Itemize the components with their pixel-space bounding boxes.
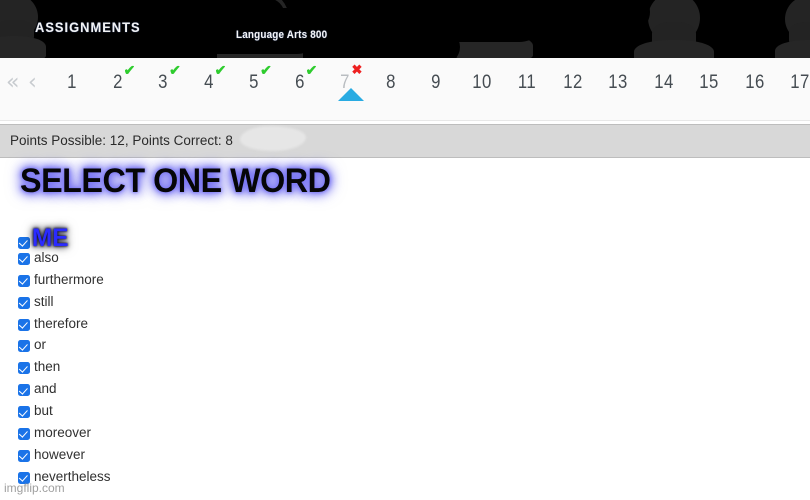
pager-page-12[interactable]: 12: [551, 58, 595, 120]
answer-option-label: ME: [32, 224, 69, 252]
answer-option-label: also: [34, 249, 59, 265]
app-header: ASSIGNMENTS Language Arts 800: [0, 0, 810, 58]
previous-page-icon[interactable]: ‹: [28, 72, 37, 94]
answer-option-row[interactable]: therefore: [0, 316, 400, 338]
pager-page-6[interactable]: 6 ✔: [278, 58, 322, 120]
answer-option-row[interactable]: also: [0, 250, 400, 272]
correct-check-icon: ✔: [169, 62, 181, 78]
correct-check-icon: ✔: [214, 62, 227, 78]
header-course-name: Language Arts 800: [236, 29, 328, 41]
header-shadow-shape: [700, 0, 780, 40]
answer-option-row[interactable]: still: [0, 294, 400, 316]
pager-page-13[interactable]: 13: [596, 58, 640, 120]
answer-option-label: therefore: [34, 315, 89, 331]
pager-page-3[interactable]: 3 ✔: [141, 58, 185, 120]
answer-option-row[interactable]: however: [0, 447, 400, 469]
pager-page-label: 9: [431, 72, 441, 93]
points-summary-text: Points Possible: 12, Points Correct: 8: [10, 133, 233, 148]
pager-page-11[interactable]: 11: [505, 58, 549, 120]
answer-option-row[interactable]: moreover: [0, 425, 400, 447]
checkbox-checked-icon[interactable]: [18, 296, 30, 309]
answer-option-row[interactable]: and: [0, 381, 400, 403]
answer-option-label: moreover: [34, 425, 92, 441]
answer-option-row[interactable]: or: [0, 337, 400, 359]
answer-option-row[interactable]: but: [0, 403, 400, 425]
pager-page-label: 10: [471, 72, 492, 93]
answer-option-label: and: [34, 381, 57, 397]
pager-page-15[interactable]: 15: [687, 58, 731, 120]
pager-page-10[interactable]: 10: [460, 58, 504, 120]
answer-option-label: still: [34, 293, 54, 309]
pager-page-label: 8: [385, 72, 396, 93]
header-shadow-shape: [560, 0, 650, 42]
pager-page-7[interactable]: 7 ✖: [323, 58, 367, 120]
pager-page-label: 15: [699, 72, 719, 93]
pager-page-label: 16: [744, 72, 765, 93]
current-page-pointer-icon: [338, 88, 364, 101]
checkbox-checked-icon[interactable]: [18, 449, 30, 462]
answer-option-row[interactable]: ME: [0, 224, 400, 252]
checkbox-checked-icon[interactable]: [18, 428, 30, 441]
correct-check-icon: ✔: [305, 62, 318, 78]
question-prompt: SELECT ONE WORD: [20, 162, 331, 200]
pager-page-2[interactable]: 2 ✔: [96, 58, 140, 120]
pager-page-16[interactable]: 16: [733, 58, 777, 120]
header-shadow-shape: [330, 30, 460, 58]
pager-page-label: 11: [517, 72, 537, 93]
checkbox-checked-icon[interactable]: [18, 384, 30, 397]
header-title: ASSIGNMENTS: [35, 19, 141, 35]
checkbox-checked-icon[interactable]: [18, 362, 30, 375]
checkbox-checked-icon[interactable]: [18, 274, 30, 287]
correct-check-icon: ✔: [260, 62, 272, 78]
answer-option-label: however: [34, 446, 86, 462]
pager-page-9[interactable]: 9: [414, 58, 458, 120]
question-pager: « ‹ 1 2 ✔ 3 ✔ 4 ✔ 5 ✔ 6 ✔ 7 ✖ 8 9 10 11 12 13 14 15 16 17: [0, 58, 810, 121]
pager-page-5[interactable]: 5 ✔: [232, 58, 276, 120]
checkbox-checked-icon[interactable]: [18, 252, 30, 265]
pager-page-17[interactable]: 17: [778, 58, 810, 120]
answer-options-list: ME also furthermore still therefore or then and…: [0, 224, 400, 491]
pager-page-4[interactable]: 4 ✔: [187, 58, 231, 120]
checkbox-checked-icon[interactable]: [18, 318, 30, 331]
pager-page-1[interactable]: 1: [50, 58, 94, 120]
answer-option-label: or: [34, 337, 47, 353]
pager-page-label: 13: [608, 72, 628, 93]
points-bar: Points Possible: 12, Points Correct: 8: [0, 124, 810, 158]
first-page-icon[interactable]: «: [6, 72, 19, 94]
answer-option-label: then: [34, 359, 61, 375]
answer-option-row[interactable]: furthermore: [0, 272, 400, 294]
pager-page-label: 17: [790, 72, 810, 93]
incorrect-cross-icon: ✖: [351, 62, 363, 77]
checkbox-checked-icon[interactable]: [18, 340, 30, 353]
correct-check-icon: ✔: [123, 62, 136, 78]
assignment-screen: ASSIGNMENTS Language Arts 800 « ‹ 1 2 ✔ 3 ✔ 4…: [0, 0, 810, 500]
watermark: imgflip.com: [4, 481, 65, 495]
pager-page-label: 14: [653, 72, 674, 93]
checkbox-checked-icon[interactable]: [18, 237, 30, 249]
checkbox-checked-icon[interactable]: [18, 406, 30, 419]
pager-page-8[interactable]: 8: [369, 58, 413, 120]
answer-option-label: but: [34, 403, 53, 419]
pager-page-14[interactable]: 14: [642, 58, 686, 120]
answer-option-label: furthermore: [34, 271, 104, 287]
answer-option-row[interactable]: then: [0, 359, 400, 381]
pager-page-label: 1: [67, 72, 77, 93]
pager-page-label: 12: [562, 72, 583, 93]
